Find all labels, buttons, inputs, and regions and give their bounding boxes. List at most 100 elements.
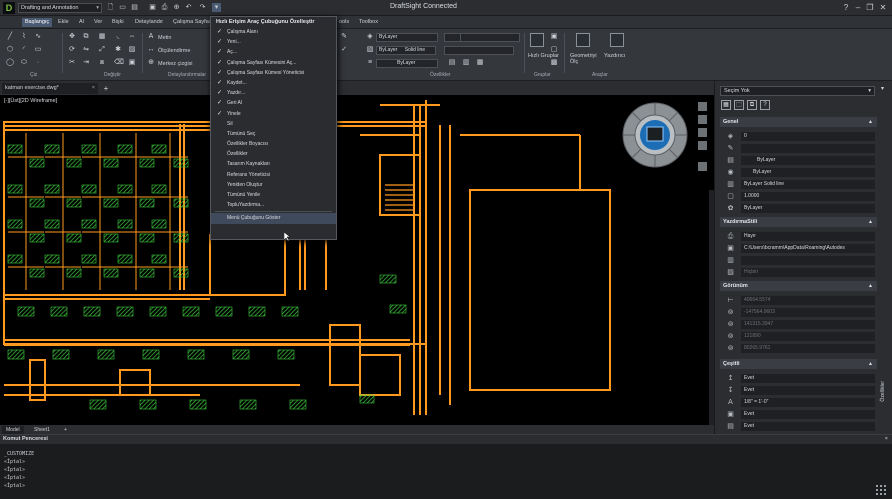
menu-item[interactable]: ✓ Çalışma Alanı xyxy=(211,27,336,37)
menu-item[interactable]: ✓ Kaydet... xyxy=(211,78,336,88)
match-properties-icon[interactable]: ✓ xyxy=(340,46,348,54)
menu-item[interactable]: ✓ Geri Al xyxy=(211,98,336,108)
trim-icon[interactable]: ✂ xyxy=(68,59,76,67)
group-add-icon[interactable]: ▣ xyxy=(550,33,558,41)
add-tab-button[interactable]: + xyxy=(101,83,111,94)
tab-ver[interactable]: Ver xyxy=(91,18,105,27)
tab-toolbox[interactable]: Toolbox xyxy=(356,18,381,27)
offset-icon[interactable]: ⧈ xyxy=(98,59,106,67)
tab-baslangic[interactable]: Başlangıç xyxy=(22,18,53,27)
prop-row-per-viewport[interactable]: ▣ Evet xyxy=(720,409,877,420)
menu-item[interactable]: Yeniden Oluştur xyxy=(211,180,336,190)
menu-item[interactable]: Tümünü Seç xyxy=(211,129,336,139)
group-remove-icon[interactable]: ▩ xyxy=(550,59,558,67)
drawing-canvas[interactable]: [-][Üst][2D Wireframe] xyxy=(0,95,714,425)
layer-combo[interactable]: ByLayer xyxy=(376,33,438,42)
lineweight-combo[interactable]: ByLayer xyxy=(376,59,438,68)
prop-row-ucs-icon[interactable]: ↥ Evet xyxy=(720,373,877,384)
polygon-icon[interactable]: ⬡ xyxy=(6,46,14,54)
open-folder-icon[interactable]: ▭ xyxy=(118,3,127,12)
new-file-icon[interactable]: 🗋 xyxy=(106,3,115,12)
prop-row-height[interactable]: ⊚ 121890 xyxy=(720,331,877,342)
scale-icon[interactable]: ⤢ xyxy=(98,46,106,54)
navigation-wheel-icon[interactable] xyxy=(622,102,688,168)
help-icon[interactable]: ? xyxy=(840,2,852,13)
explode-icon[interactable]: ✱ xyxy=(114,46,122,54)
viewport-label[interactable]: [-][Üst][2D Wireframe] xyxy=(4,98,57,104)
grid-icon[interactable] xyxy=(876,485,886,495)
linestyle-combo[interactable]: ByLayer Solid line xyxy=(376,46,436,55)
properties-icon[interactable]: ▦ xyxy=(476,59,484,67)
quick-group-icon[interactable] xyxy=(530,33,544,47)
layer-state-icon[interactable]: ✎ xyxy=(340,33,348,41)
side-tab-properties[interactable]: Özellikler xyxy=(880,381,886,402)
web-icon[interactable]: ⊕ xyxy=(172,3,181,12)
layer-manager-icon[interactable]: ◈ xyxy=(366,33,374,41)
copy-icon[interactable]: ⧉ xyxy=(82,33,90,41)
menu-item[interactable]: ✓ Çalışma Sayfası Kümesini Aç... xyxy=(211,58,336,68)
workspace-selector[interactable]: Drafting and Annotation ▾ xyxy=(18,3,102,13)
open-sheet-set-icon[interactable]: ▤ xyxy=(130,3,139,12)
menu-item[interactable]: Referans Yöneticisi xyxy=(211,170,336,180)
quick-select-icon[interactable]: ⧉ xyxy=(747,100,757,110)
close-icon[interactable]: × xyxy=(92,83,95,94)
menu-item[interactable]: ✓ Yeni... xyxy=(211,37,336,47)
select-objects-icon[interactable]: ⬚ xyxy=(734,100,744,110)
prop-row-linetype[interactable]: ✎ xyxy=(720,143,877,154)
prop-row-misc-extra[interactable]: ▤ Evet xyxy=(720,421,877,432)
prop-row-center-z[interactable]: ⊚ 141315.3947 xyxy=(720,319,877,330)
prop-row-color[interactable]: ▤ ByLayer xyxy=(720,155,877,166)
undo-icon[interactable]: ↶ xyxy=(184,3,193,12)
centerline-button[interactable]: Merkez çizgisi xyxy=(158,61,193,67)
prop-row-width[interactable]: ⊚ 80265.9761 xyxy=(720,343,877,354)
transparency-slider[interactable] xyxy=(444,46,514,55)
prop-row-print-type[interactable]: ▨ Hiçbiri xyxy=(720,267,877,278)
rotate-icon[interactable]: ⟳ xyxy=(68,46,76,54)
printer-icon[interactable] xyxy=(610,33,624,47)
section-general[interactable]: Genel ▲ xyxy=(720,117,877,127)
move-icon[interactable]: ✥ xyxy=(68,33,76,41)
extend-icon[interactable]: ⇥ xyxy=(82,59,90,67)
menu-item[interactable]: ✓ Yazdır... xyxy=(211,88,336,98)
polyline-icon[interactable]: ⌇ xyxy=(20,33,28,41)
tab-ekle[interactable]: Ekle xyxy=(55,18,72,27)
help-icon[interactable]: ? xyxy=(760,100,770,110)
tab-al[interactable]: Al xyxy=(76,18,87,27)
tab-model[interactable]: Model xyxy=(2,426,24,434)
ellipse-icon[interactable]: ⬭ xyxy=(20,59,28,67)
quick-select-icon[interactable]: ▥ xyxy=(462,59,470,67)
prop-row-annotation-scale[interactable]: A 1/8" = 1'-0" xyxy=(720,397,877,408)
stretch-icon[interactable]: ⇔ xyxy=(128,33,136,41)
dimension-button[interactable]: Ölçülendirme xyxy=(158,48,190,54)
tab-detaylandir[interactable]: Detaylandır xyxy=(132,18,166,27)
menu-item[interactable]: Özellikler Boyacısı xyxy=(211,139,336,149)
point-icon[interactable]: · xyxy=(34,59,42,67)
circle-icon[interactable]: ◯ xyxy=(6,59,14,67)
prop-row-linestyle[interactable]: ▥ ByLayer Solid line xyxy=(720,179,877,190)
group-edit-icon[interactable]: ▢ xyxy=(550,46,558,54)
close-button[interactable]: ✕ xyxy=(877,2,889,13)
menu-item[interactable]: Sil xyxy=(211,119,336,129)
section-misc[interactable]: Çeşitli ▲ xyxy=(720,359,877,369)
line-icon[interactable]: ╱ xyxy=(6,33,14,41)
section-view[interactable]: Görünüm ▲ xyxy=(720,281,877,291)
minimize-button[interactable]: – xyxy=(852,2,864,13)
tab-biski[interactable]: Bişki xyxy=(109,18,127,27)
save-icon[interactable]: ▣ xyxy=(148,3,157,12)
prop-row-lineweight[interactable]: ◉ ByLayer xyxy=(720,167,877,178)
add-layout-button[interactable]: + xyxy=(60,426,71,434)
toggle-pickadd-icon[interactable]: ▦ xyxy=(721,100,731,110)
fillet-icon[interactable]: ◟ xyxy=(114,33,122,41)
color-icon[interactable]: ▧ xyxy=(366,46,374,54)
print-icon[interactable]: ⎙ xyxy=(160,3,169,12)
arc-icon[interactable]: ◜ xyxy=(20,46,28,54)
section-print-style[interactable]: YazdırmaStili ▲ xyxy=(720,217,877,227)
menu-item[interactable]: ✓ Yinele xyxy=(211,109,336,119)
lineweight-icon[interactable]: ≡ xyxy=(366,59,374,67)
restore-button[interactable]: ❐ xyxy=(864,2,876,13)
navigation-toolbar[interactable] xyxy=(697,101,708,175)
menu-item[interactable]: TopluYazdırma... xyxy=(211,200,336,210)
menu-item[interactable]: ✓ Çalışma Sayfası Kümesi Yöneticisi xyxy=(211,68,336,78)
draftsight-logo-icon[interactable]: D xyxy=(3,2,15,14)
selection-combo[interactable]: Seçim Yok ▾ xyxy=(720,86,875,96)
